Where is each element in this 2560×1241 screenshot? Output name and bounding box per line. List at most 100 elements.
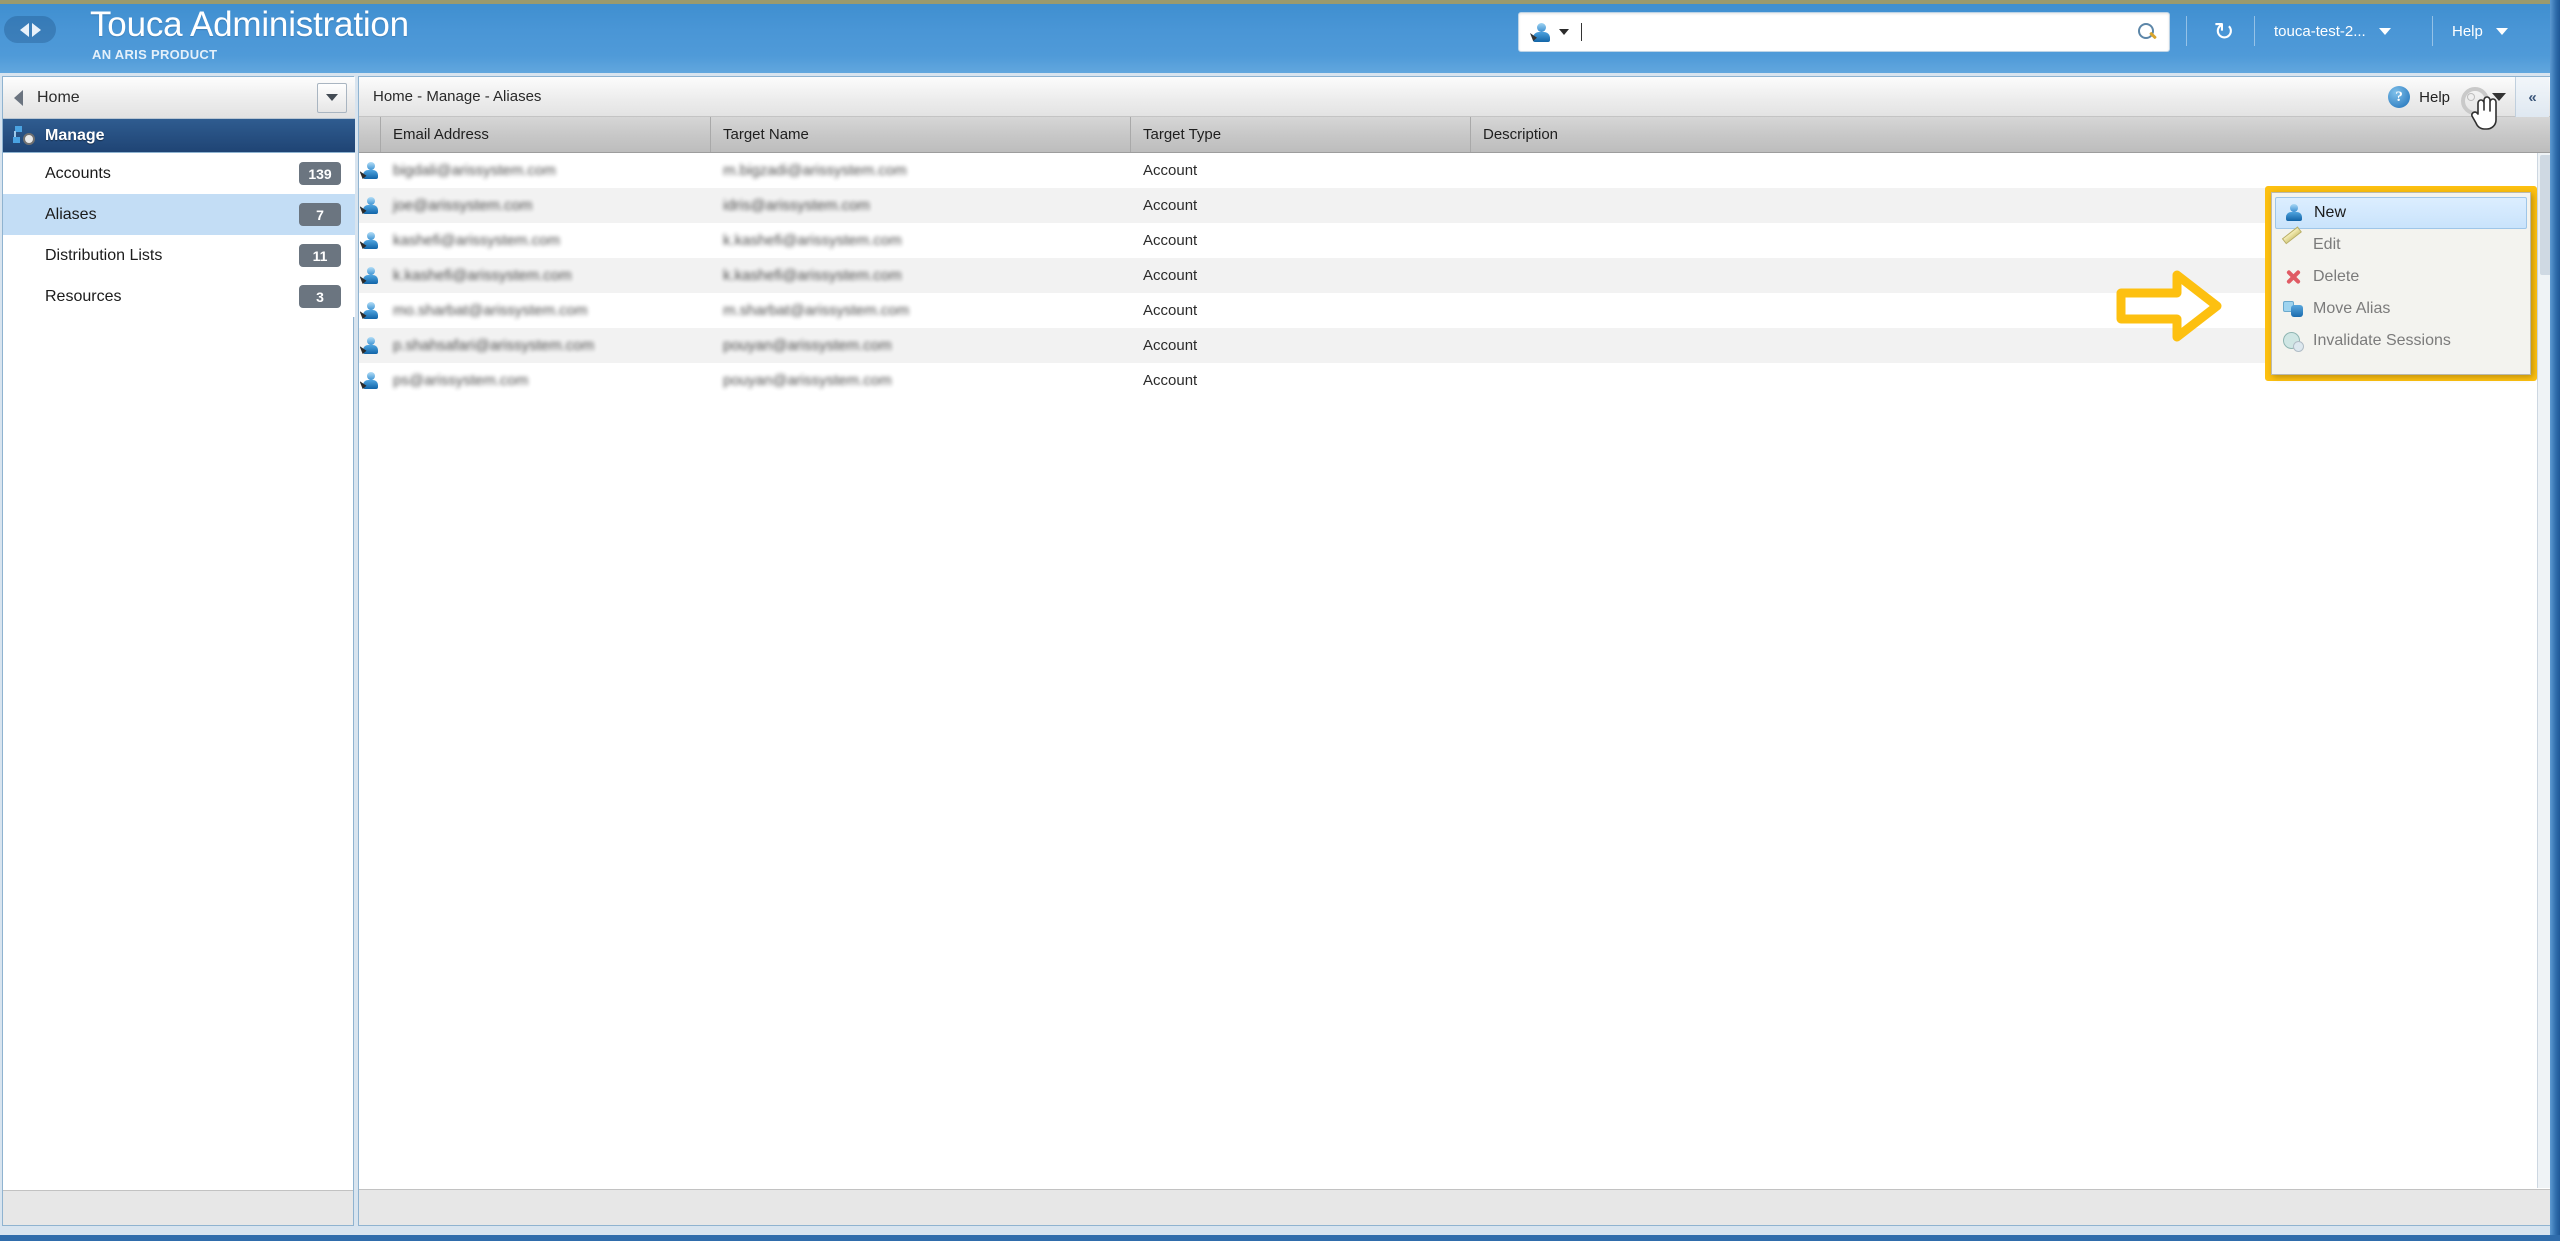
alias-icon xyxy=(359,302,381,319)
history-nav-buttons[interactable] xyxy=(4,16,56,43)
sidebar-status-bar xyxy=(3,1190,353,1225)
sidebar-back-button[interactable] xyxy=(3,77,33,119)
table-row[interactable]: kashefi@arissystem.com k.kashefi@arissys… xyxy=(359,223,2555,258)
move-alias-icon xyxy=(2283,299,2303,319)
annotation-arrow xyxy=(2116,270,2222,342)
column-header-target-name[interactable]: Target Name xyxy=(711,117,1131,152)
alias-icon xyxy=(359,337,381,354)
chevron-down-icon[interactable] xyxy=(2495,27,2508,35)
text-cursor xyxy=(1581,23,1582,41)
table-row[interactable]: bigdali@arissystem.com m.bigzadi@arissys… xyxy=(359,153,2555,188)
sidebar-item-badge: 139 xyxy=(299,162,341,185)
column-header-target-type[interactable]: Target Type xyxy=(1131,117,1471,152)
refresh-button[interactable]: ↻ xyxy=(2208,16,2240,48)
alias-icon xyxy=(359,197,381,214)
sidebar-item-badge: 11 xyxy=(299,244,341,267)
sidebar-item-badge: 3 xyxy=(299,285,341,308)
table-row[interactable]: joe@arissystem.com idris@arissystem.com … xyxy=(359,188,2555,223)
nav-forward-icon[interactable] xyxy=(31,22,41,37)
collapse-panel-button[interactable]: « xyxy=(2515,77,2549,117)
table-row[interactable]: p.shahsafari@arissystem.com pouyan@ariss… xyxy=(359,328,2555,363)
sidebar-item-resources[interactable]: Resources 3 xyxy=(3,276,355,317)
cell-target-type: Account xyxy=(1143,162,1198,179)
cell-target-name: m.sharbat@arissystem.com xyxy=(723,302,910,319)
breadcrumb-bar: Home - Manage - Aliases ? Help « xyxy=(359,77,2555,117)
cell-target-type: Account xyxy=(1143,267,1198,284)
cell-target-name: pouyan@arissystem.com xyxy=(723,337,892,354)
help-label[interactable]: Help xyxy=(2419,89,2450,106)
header-divider xyxy=(2186,16,2187,46)
account-menu-label: touca-test-2... xyxy=(2274,22,2366,40)
sidebar-item-label: Resources xyxy=(45,287,122,305)
sidebar-item-badge: 7 xyxy=(299,203,341,226)
cell-email-address: joe@arissystem.com xyxy=(393,197,533,214)
menu-item-delete[interactable]: Delete xyxy=(2275,261,2527,293)
column-header-description[interactable]: Description xyxy=(1471,117,2555,152)
global-search[interactable] xyxy=(1518,12,2170,52)
search-scope-selector[interactable] xyxy=(1519,22,1588,42)
app-subtitle: AN ARIS PRODUCT xyxy=(92,47,218,62)
table-row[interactable]: mo.sharbat@arissystem.com m.sharbat@aris… xyxy=(359,293,2555,328)
nav-back-icon[interactable] xyxy=(19,22,29,37)
chevron-down-icon[interactable] xyxy=(2492,93,2506,101)
globe-invalidate-icon xyxy=(2283,331,2304,352)
header-divider xyxy=(2254,16,2255,46)
menu-item-edit[interactable]: Edit xyxy=(2275,229,2527,261)
menu-item-invalidate-sessions[interactable]: Invalidate Sessions xyxy=(2275,325,2527,357)
table-row[interactable]: k.kashefi@arissystem.com k.kashefi@ariss… xyxy=(359,258,2555,293)
window-right-border xyxy=(2550,0,2560,1241)
cell-email-address: ps@arissystem.com xyxy=(393,372,529,389)
alias-icon xyxy=(359,372,381,389)
menu-item-label: Edit xyxy=(2313,236,2341,253)
manage-gear-tree-icon xyxy=(13,125,35,146)
sidebar-home-label: Home xyxy=(37,88,80,106)
table-row[interactable]: ps@arissystem.com pouyan@arissystem.com … xyxy=(359,363,2555,398)
menu-item-label: Move Alias xyxy=(2313,300,2391,317)
chevron-down-icon[interactable] xyxy=(2378,27,2391,35)
cell-target-name: idris@arissystem.com xyxy=(723,197,870,214)
sidebar-section-label: Manage xyxy=(45,126,105,144)
content-status-bar xyxy=(359,1189,2555,1225)
cell-email-address: k.kashefi@arissystem.com xyxy=(393,267,572,284)
cell-target-type: Account xyxy=(1143,372,1198,389)
sidebar-section-manage[interactable]: Manage xyxy=(3,119,355,153)
search-input[interactable] xyxy=(1588,13,2125,51)
sidebar-item-label: Distribution Lists xyxy=(45,246,163,264)
menu-item-label: Invalidate Sessions xyxy=(2313,332,2451,349)
chevron-down-icon[interactable] xyxy=(1559,29,1569,35)
cell-target-type: Account xyxy=(1143,302,1198,319)
menu-item-move-alias[interactable]: Move Alias xyxy=(2275,293,2527,325)
cell-target-type: Account xyxy=(1143,197,1198,214)
sidebar-item-aliases[interactable]: Aliases 7 xyxy=(3,194,355,235)
alias-icon xyxy=(359,232,381,249)
cell-target-name: k.kashefi@arissystem.com xyxy=(723,232,902,249)
alias-icon xyxy=(359,267,381,284)
help-circle-icon[interactable]: ? xyxy=(2388,86,2411,108)
sidebar-home-dropdown[interactable] xyxy=(317,82,347,113)
content-toolbar: ? Help « xyxy=(2388,77,2555,117)
cell-target-name: pouyan@arissystem.com xyxy=(723,372,892,389)
sidebar-panel: Home Manage Accounts 139 Aliases 7 Distr… xyxy=(2,76,355,1226)
chevron-left-icon xyxy=(13,89,23,106)
menu-item-new[interactable]: New xyxy=(2275,197,2527,229)
gear-context-menu: New Edit Delete Move Alias Invalidate Se… xyxy=(2271,192,2531,375)
sidebar-item-distribution-lists[interactable]: Distribution Lists 11 xyxy=(3,235,355,276)
column-header-email-address[interactable]: Email Address xyxy=(381,117,711,152)
help-menu[interactable]: Help xyxy=(2452,16,2508,46)
sidebar-item-label: Accounts xyxy=(45,164,111,182)
account-menu[interactable]: touca-test-2... xyxy=(2274,16,2391,46)
cell-target-name: m.bigzadi@arissystem.com xyxy=(723,162,907,179)
cell-target-type: Account xyxy=(1143,337,1198,354)
cell-target-name: k.kashefi@arissystem.com xyxy=(723,267,902,284)
sidebar-home-bar[interactable]: Home xyxy=(3,77,355,119)
content-panel: Home - Manage - Aliases ? Help « Email A… xyxy=(358,76,2556,1226)
search-submit-button[interactable] xyxy=(2125,13,2169,51)
help-menu-label: Help xyxy=(2452,22,2483,40)
menu-item-label: Delete xyxy=(2313,268,2360,285)
red-x-icon xyxy=(2283,267,2303,287)
sidebar-item-accounts[interactable]: Accounts 139 xyxy=(3,153,355,194)
gear-icon[interactable] xyxy=(2459,85,2489,115)
magnifier-icon xyxy=(2138,23,2156,41)
user-scope-icon xyxy=(1530,22,1551,42)
pencil-icon xyxy=(2283,235,2303,255)
